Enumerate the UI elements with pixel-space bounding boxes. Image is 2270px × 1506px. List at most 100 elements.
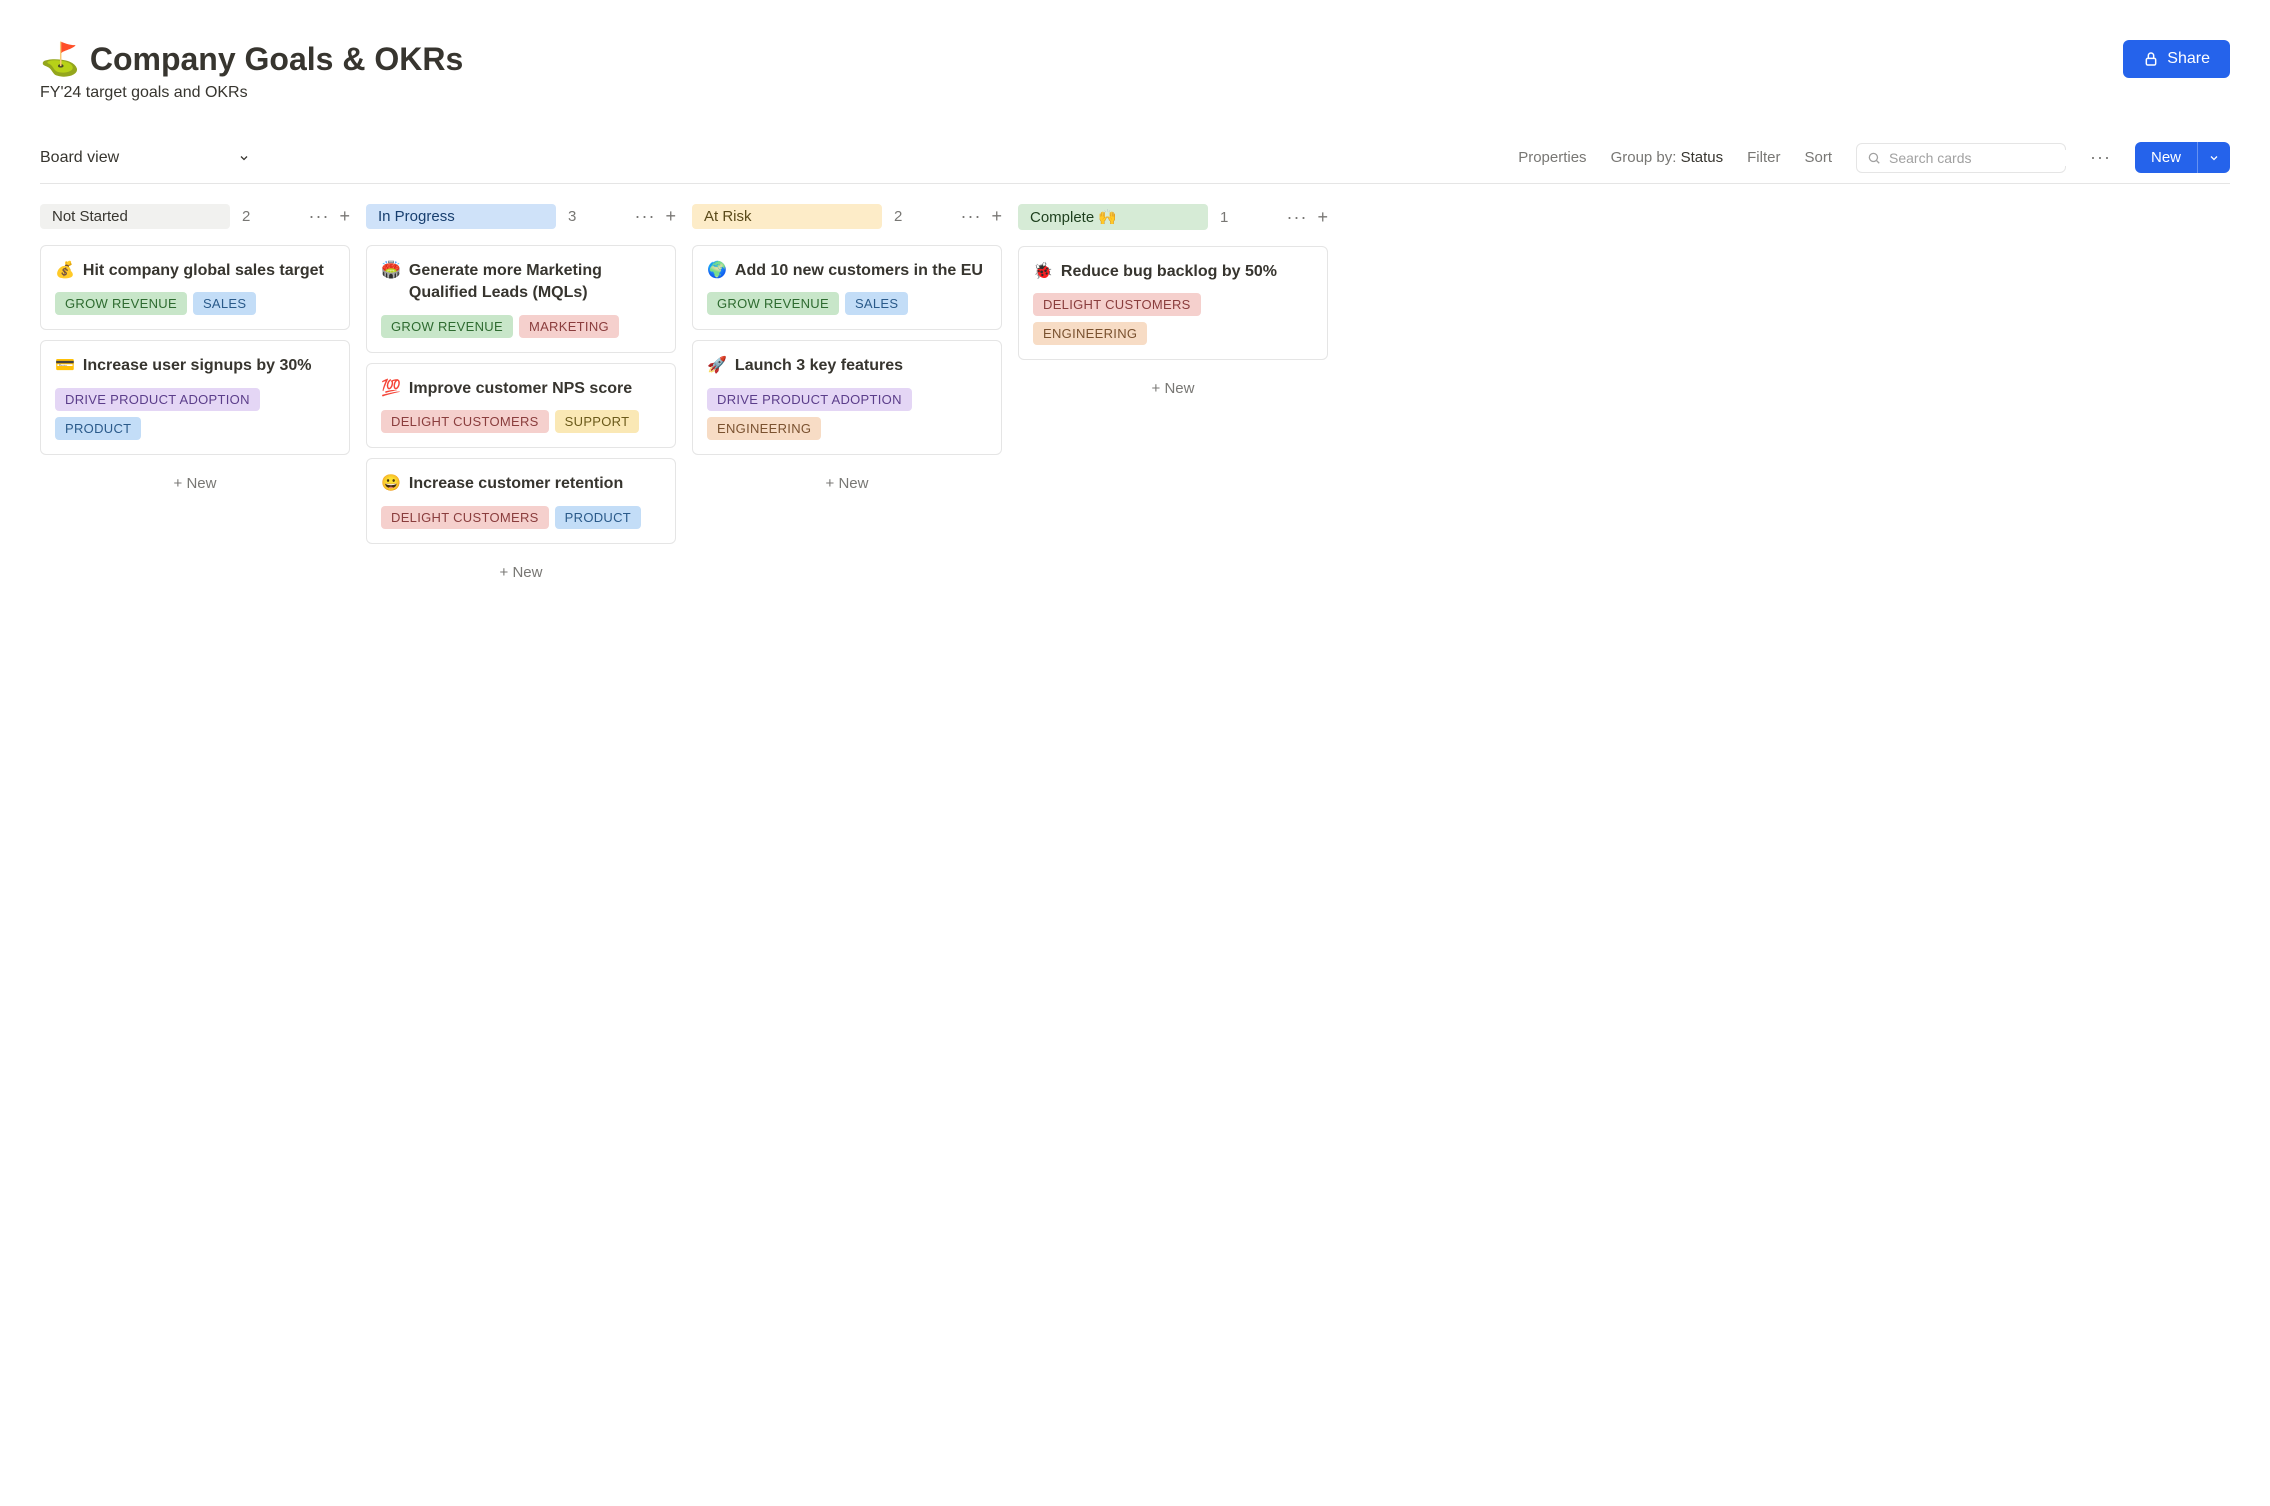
card-title-text: Increase user signups by 30% bbox=[83, 355, 335, 377]
sort-button[interactable]: Sort bbox=[1804, 149, 1832, 166]
more-icon[interactable]: ··· bbox=[1287, 207, 1308, 228]
column-actions: ··· + bbox=[635, 206, 677, 227]
column-actions: ··· + bbox=[1287, 207, 1329, 228]
more-icon[interactable]: ··· bbox=[961, 206, 982, 227]
tag: DELIGHT CUSTOMERS bbox=[1033, 293, 1201, 316]
column-count: 3 bbox=[568, 208, 576, 225]
properties-button[interactable]: Properties bbox=[1518, 149, 1586, 166]
card-tags: GROW REVENUE MARKETING bbox=[381, 315, 661, 338]
card-title-text: Launch 3 key features bbox=[735, 355, 987, 377]
add-card-icon[interactable]: + bbox=[1317, 207, 1328, 228]
toolbar: Board view Properties Group by: Status F… bbox=[40, 132, 2230, 184]
column-count: 1 bbox=[1220, 209, 1228, 226]
tag: DELIGHT CUSTOMERS bbox=[381, 410, 549, 433]
card-tags: GROW REVENUE SALES bbox=[55, 292, 335, 315]
share-button[interactable]: Share bbox=[2123, 40, 2230, 78]
search-input[interactable] bbox=[1889, 150, 2070, 166]
add-new-button[interactable]: + New bbox=[40, 465, 350, 502]
more-icon[interactable]: ··· bbox=[635, 206, 656, 227]
tag: DRIVE PRODUCT ADOPTION bbox=[55, 388, 260, 411]
column-not-started: Not Started 2 ··· + 💰Hit company global sale… bbox=[40, 204, 350, 502]
add-new-button[interactable]: + New bbox=[366, 554, 676, 591]
tag: SALES bbox=[845, 292, 908, 315]
card[interactable]: 🚀 Launch 3 key features DRIVE PRODUCT ADOP… bbox=[692, 340, 1002, 454]
card-title: 💰Hit company global sales target bbox=[55, 260, 335, 282]
card-tags: GROW REVENUESALES bbox=[707, 292, 987, 315]
card-emoji: 🚀 bbox=[707, 355, 727, 377]
column-count: 2 bbox=[242, 208, 250, 225]
tag: PRODUCT bbox=[55, 417, 141, 440]
column-actions: ··· + bbox=[961, 206, 1003, 227]
column-count: 2 bbox=[894, 208, 902, 225]
card[interactable]: 💳 Increase user signups by 30% DRIVE PRODU… bbox=[40, 340, 350, 454]
tag: DRIVE PRODUCT ADOPTION bbox=[707, 388, 912, 411]
card-title-text: Increase customer retention bbox=[409, 473, 661, 495]
card-title-text: Reduce bug backlog by 50% bbox=[1061, 261, 1313, 283]
lock-icon bbox=[2143, 51, 2159, 67]
column-at-risk: At Risk 2 ··· + 🌍 Add 10 new customers in the… bbox=[692, 204, 1002, 502]
column-header: In Progress 3 ··· + bbox=[366, 204, 676, 229]
column-title[interactable]: Complete 🙌 bbox=[1018, 204, 1208, 230]
tag: SALES bbox=[193, 292, 256, 315]
column-actions: ··· + bbox=[309, 206, 351, 227]
card-emoji: 💳 bbox=[55, 355, 75, 377]
tag: MARKETING bbox=[519, 315, 619, 338]
more-icon[interactable]: ··· bbox=[309, 206, 330, 227]
card-title-text: Hit company global sales target bbox=[83, 260, 335, 282]
column-header: At Risk 2 ··· + bbox=[692, 204, 1002, 229]
new-button-dropdown[interactable] bbox=[2197, 142, 2230, 173]
tag: ENGINEERING bbox=[707, 417, 821, 440]
page-subtitle: FY'24 target goals and OKRs bbox=[40, 84, 463, 102]
tag: DELIGHT CUSTOMERS bbox=[381, 506, 549, 529]
card-title-text: Generate more Marketing Qualified Leads … bbox=[409, 260, 661, 305]
group-by-label: Group by: bbox=[1611, 149, 1677, 166]
card-title: 😀Increase customer retention bbox=[381, 473, 661, 495]
tag: GROW REVENUE bbox=[381, 315, 513, 338]
view-selector[interactable]: Board view bbox=[40, 149, 250, 167]
card[interactable]: 💯Improve customer NPS score DELIGHT CUSTO… bbox=[366, 363, 676, 448]
tag: SUPPORT bbox=[555, 410, 640, 433]
add-card-icon[interactable]: + bbox=[991, 206, 1002, 227]
add-new-button[interactable]: + New bbox=[692, 465, 1002, 502]
column-title[interactable]: At Risk bbox=[692, 204, 882, 229]
search-box[interactable] bbox=[1856, 143, 2066, 173]
column-complete: Complete 🙌 1 ··· + 🐞 Reduce bug backlog by 50… bbox=[1018, 204, 1328, 407]
new-button[interactable]: New bbox=[2135, 142, 2197, 173]
group-by-button[interactable]: Group by: Status bbox=[1611, 149, 1724, 166]
tag: PRODUCT bbox=[555, 506, 641, 529]
card-title: 🏟️Generate more Marketing Qualified Lead… bbox=[381, 260, 661, 305]
card[interactable]: 🌍 Add 10 new customers in the EU GROW REVE… bbox=[692, 245, 1002, 330]
group-by-value: Status bbox=[1681, 149, 1724, 166]
column-in-progress: In Progress 3 ··· + 🏟️Generate more Marketin… bbox=[366, 204, 676, 591]
column-title[interactable]: Not Started bbox=[40, 204, 230, 229]
card-emoji: 🏟️ bbox=[381, 260, 401, 305]
card-emoji: 🐞 bbox=[1033, 261, 1053, 283]
chevron-down-icon bbox=[2208, 152, 2220, 164]
view-label: Board view bbox=[40, 149, 119, 167]
card[interactable]: 🏟️Generate more Marketing Qualified Lead… bbox=[366, 245, 676, 353]
search-icon bbox=[1867, 151, 1881, 165]
card-tags: DRIVE PRODUCT ADOPTION ENGINEERING bbox=[707, 388, 987, 440]
board: Not Started 2 ··· + 💰Hit company global sale… bbox=[40, 204, 2230, 591]
column-header: Complete 🙌 1 ··· + bbox=[1018, 204, 1328, 230]
chevron-down-icon bbox=[238, 152, 250, 164]
card-emoji: 🌍 bbox=[707, 260, 727, 282]
add-card-icon[interactable]: + bbox=[339, 206, 350, 227]
add-new-button[interactable]: + New bbox=[1018, 370, 1328, 407]
more-icon[interactable]: ··· bbox=[2090, 147, 2111, 168]
add-card-icon[interactable]: + bbox=[665, 206, 676, 227]
card-title: 💳 Increase user signups by 30% bbox=[55, 355, 335, 377]
filter-button[interactable]: Filter bbox=[1747, 149, 1780, 166]
card-title-text: Improve customer NPS score bbox=[409, 378, 661, 400]
card[interactable]: 💰Hit company global sales target GROW REV… bbox=[40, 245, 350, 330]
tag: ENGINEERING bbox=[1033, 322, 1147, 345]
column-title[interactable]: In Progress bbox=[366, 204, 556, 229]
card-title-text: Add 10 new customers in the EU bbox=[735, 260, 987, 282]
card-tags: DELIGHT CUSTOMERS SUPPORT bbox=[381, 410, 661, 433]
card-title: 🐞 Reduce bug backlog by 50% bbox=[1033, 261, 1313, 283]
tag: GROW REVENUE bbox=[55, 292, 187, 315]
card-tags: DELIGHT CUSTOMERS ENGINEERING bbox=[1033, 293, 1313, 345]
card[interactable]: 🐞 Reduce bug backlog by 50% DELIGHT CUSTOM… bbox=[1018, 246, 1328, 360]
card[interactable]: 😀Increase customer retention DELIGHT CUST… bbox=[366, 458, 676, 543]
card-title: 💯Improve customer NPS score bbox=[381, 378, 661, 400]
